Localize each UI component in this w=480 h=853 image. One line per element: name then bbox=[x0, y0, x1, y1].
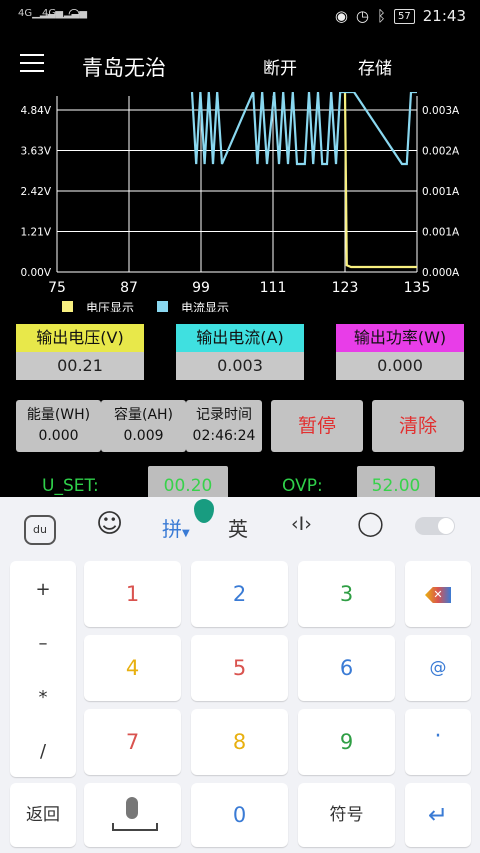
key-7[interactable]: 7 bbox=[84, 709, 181, 775]
current-meter: 输出电流(A) 0.003 bbox=[176, 324, 304, 380]
dropdown-caret-icon: ▼ bbox=[182, 528, 190, 539]
symbol-column[interactable]: + – * / bbox=[10, 561, 76, 777]
backspace-icon: ✕ bbox=[425, 587, 451, 603]
capacity-box: 容量(AH) 0.009 bbox=[101, 400, 186, 452]
toggle-knob bbox=[438, 518, 454, 534]
wifi-icon: ◠ bbox=[68, 6, 81, 22]
legend-label: 电压显示 bbox=[86, 301, 134, 312]
enter-key[interactable]: ↵ bbox=[405, 783, 471, 847]
chart-grid bbox=[56, 96, 418, 273]
cursor-move-icon[interactable]: ‹I› bbox=[291, 513, 312, 535]
app-bar: 青岛无治 断开 存储 bbox=[0, 32, 480, 96]
key-0[interactable]: 0 bbox=[191, 783, 288, 847]
voltage-meter: 输出电压(V) 00.21 bbox=[16, 324, 144, 380]
key-4[interactable]: 4 bbox=[84, 635, 181, 701]
search-icon[interactable]: ◯ bbox=[357, 509, 384, 537]
series-line-voltage bbox=[343, 92, 417, 269]
device-title: 青岛无治 bbox=[82, 56, 166, 80]
emoji-icon[interactable]: ☺ bbox=[96, 509, 123, 539]
capacity-label: 容量(AH) bbox=[113, 407, 174, 423]
voltage-value: 00.21 bbox=[16, 352, 144, 380]
x-tick-label: 75 bbox=[48, 280, 66, 296]
voltage-label: 输出电压(V) bbox=[16, 324, 144, 352]
y-right-tick-label: 0.001A bbox=[422, 186, 460, 198]
baidu-logo-icon[interactable]: du bbox=[24, 515, 56, 545]
key-9[interactable]: 9 bbox=[298, 709, 395, 775]
energy-box: 能量(WH) 0.000 bbox=[16, 400, 101, 452]
x-tick-label: 135 bbox=[404, 280, 431, 296]
y-left-tick-label: 0.00V bbox=[20, 267, 51, 279]
current-label: 输出电流(A) bbox=[176, 324, 304, 352]
ovp-label: OVP: bbox=[282, 476, 323, 496]
clear-button[interactable]: 清除 bbox=[372, 400, 464, 452]
key-3[interactable]: 3 bbox=[298, 561, 395, 627]
clock-time: 21:43 bbox=[422, 7, 466, 25]
y-left-tick-label: 1.21V bbox=[20, 227, 51, 239]
capacity-value: 0.009 bbox=[123, 428, 164, 444]
power-value: 0.000 bbox=[336, 352, 464, 380]
alarm-icon: ◷ bbox=[355, 7, 370, 25]
drag-handle-icon[interactable] bbox=[194, 499, 214, 523]
legend-label: 电流显示 bbox=[181, 301, 229, 312]
numeric-keyboard: du ☺ 拼▼ 英 ‹I› ◯ + – * / 1 2 3 ✕ 4 5 6 @ … bbox=[0, 497, 480, 853]
x-tick-label: 99 bbox=[192, 280, 210, 296]
divide-key[interactable]: / bbox=[10, 741, 76, 762]
symbols-key[interactable]: 符号 bbox=[298, 783, 395, 847]
y-left-tick-label: 3.63V bbox=[20, 146, 51, 158]
at-key[interactable]: @ bbox=[405, 635, 471, 701]
legend-swatch bbox=[157, 301, 168, 312]
y-right-tick-label: 0.002A bbox=[422, 146, 460, 158]
record-time-value: 02:46:24 bbox=[192, 428, 256, 444]
keyboard-toolbar: du ☺ 拼▼ 英 ‹I› ◯ bbox=[0, 497, 480, 551]
back-key[interactable]: 返回 bbox=[10, 783, 76, 847]
toggle-switch[interactable] bbox=[415, 517, 455, 535]
x-tick-label: 123 bbox=[332, 280, 359, 296]
save-button[interactable]: 存储 bbox=[358, 54, 392, 79]
y-left-tick-label: 2.42V bbox=[20, 186, 51, 198]
key-8[interactable]: 8 bbox=[191, 709, 288, 775]
microphone-icon bbox=[126, 797, 138, 819]
key-1[interactable]: 1 bbox=[84, 561, 181, 627]
record-time-label: 记录时间 bbox=[196, 407, 252, 423]
legend-swatch bbox=[62, 301, 73, 312]
power-label: 输出功率(W) bbox=[336, 324, 464, 352]
space-bar-icon bbox=[112, 823, 158, 831]
y-right-tick-label: 0.000A bbox=[422, 267, 460, 279]
y-right-tick-label: 0.003A bbox=[422, 105, 460, 117]
status-bar: 4G▁▂▃▅ 4G▁▂▃▅ ◠ ◉ ◷ ᛒ 57 21:43 bbox=[0, 0, 480, 32]
voltage-current-chart: 75 87 99 111 123 135 4.84V 0.003A 3.63V 0.002A 2.4… bbox=[20, 92, 460, 312]
key-6[interactable]: 6 bbox=[298, 635, 395, 701]
key-2[interactable]: 2 bbox=[191, 561, 288, 627]
english-tab[interactable]: 英 bbox=[228, 513, 248, 542]
disconnect-button[interactable]: 断开 bbox=[263, 54, 297, 79]
battery-icon: 57 bbox=[394, 8, 415, 24]
x-tick-label: 111 bbox=[260, 280, 287, 296]
uset-label: U_SET: bbox=[42, 476, 99, 496]
pinyin-tab[interactable]: 拼▼ bbox=[162, 513, 190, 542]
menu-icon[interactable] bbox=[20, 54, 44, 74]
energy-label: 能量(WH) bbox=[26, 407, 91, 423]
key-5[interactable]: 5 bbox=[191, 635, 288, 701]
series-line-current bbox=[190, 92, 417, 166]
delete-key[interactable]: ✕ bbox=[405, 561, 471, 627]
dot-key[interactable]: · bbox=[405, 709, 471, 775]
plus-key[interactable]: + bbox=[10, 579, 76, 600]
eye-icon: ◉ bbox=[334, 7, 348, 25]
y-left-tick-label: 4.84V bbox=[20, 105, 51, 117]
y-right-tick-label: 0.001A bbox=[422, 227, 460, 239]
chart-series bbox=[190, 92, 417, 269]
enter-icon: ↵ bbox=[427, 801, 449, 829]
minus-key[interactable]: – bbox=[10, 633, 76, 654]
energy-value: 0.000 bbox=[38, 428, 79, 444]
multiply-key[interactable]: * bbox=[10, 687, 76, 708]
record-time-box: 记录时间 02:46:24 bbox=[186, 400, 262, 452]
chart-legend: 电压显示 电流显示 bbox=[62, 301, 229, 312]
power-meter: 输出功率(W) 0.000 bbox=[336, 324, 464, 380]
x-tick-label: 87 bbox=[120, 280, 138, 296]
voice-key[interactable] bbox=[84, 783, 181, 847]
bluetooth-icon: ᛒ bbox=[377, 7, 387, 25]
pause-button[interactable]: 暂停 bbox=[271, 400, 363, 452]
current-value: 0.003 bbox=[176, 352, 304, 380]
